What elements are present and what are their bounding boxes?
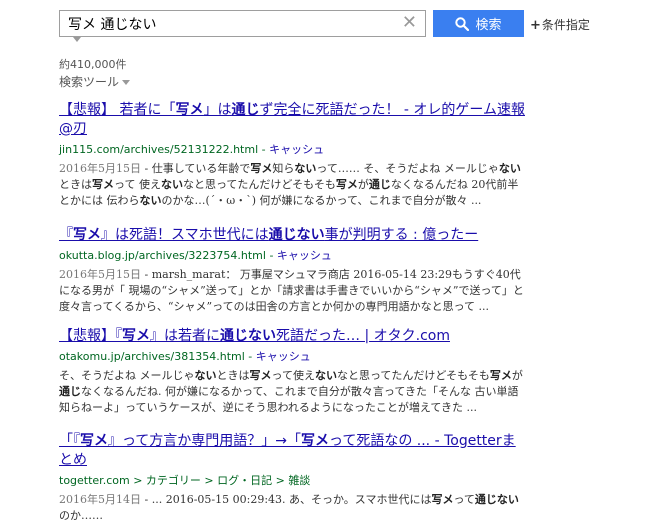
text-segment: って使え <box>271 369 315 382</box>
search-result: 「『写メ』って方言か専門用語？」→「写メって死語なの ... - Togette… <box>59 432 529 524</box>
result-snippet: 2016年5月14日 - ... 2016-05-15 00:29:43. あ、… <box>59 492 529 524</box>
text-segment: なと思ってたんだけどそもそも <box>336 369 490 382</box>
highlight-term: 通じ <box>231 102 260 118</box>
cache-link[interactable]: キャッシュ <box>277 249 332 262</box>
highlight-term: ない <box>294 162 317 175</box>
highlight-term: 通じない <box>474 493 519 506</box>
chevron-down-icon[interactable] <box>73 37 81 42</box>
highlight-term: ない <box>194 369 217 382</box>
chevron-down-icon <box>122 80 131 85</box>
text-segment: - 仕事している年齢で <box>141 162 251 175</box>
result-snippet: 2016年5月15日 - 仕事している年齢で写メ知らないって…… そ、そうだよね… <box>59 161 529 209</box>
result-url-text: togetter.com <box>59 474 130 487</box>
text-segment: 「『 <box>59 433 80 449</box>
text-segment: 【悲報】『 <box>59 328 122 344</box>
highlight-term: 写メ <box>250 162 273 175</box>
result-url-text: otakomu.jp/archives/381354.html <box>59 350 245 363</box>
text-segment: なと思ってたんだけどそもそも <box>182 178 336 191</box>
url-separator: - <box>265 249 277 262</box>
text-segment: なくなるんだね. 何が嫌になるかって、これまで自分が散々言ってきた「そんな 古い… <box>59 385 519 414</box>
text-segment: 【悲報】 若者に「 <box>59 102 176 118</box>
text-segment: そ、そうだよね メールじゃ <box>59 369 195 382</box>
highlight-term: 写メ <box>431 493 454 506</box>
highlight-term: ない <box>139 194 162 207</box>
close-icon[interactable]: ✕ <box>402 13 417 33</box>
highlight-term: ない <box>160 178 183 191</box>
highlight-term: ない <box>314 369 337 382</box>
advanced-search-link[interactable]: +条件指定 <box>530 16 590 33</box>
text-segment: のか…… <box>59 509 103 522</box>
highlight-term: 写メ <box>175 102 204 118</box>
highlight-term: 写メ <box>73 227 101 243</box>
breadcrumb[interactable]: カテゴリー > ログ・日記 > 雑談 <box>146 474 310 487</box>
search-button[interactable]: 検索 <box>433 10 524 37</box>
text-segment: 』は若者に <box>150 328 220 344</box>
result-title-link[interactable]: 「『写メ』って方言か専門用語？」→「写メって死語なの ... - Togette… <box>59 432 529 470</box>
search-icon <box>455 16 470 31</box>
advanced-search-label: 条件指定 <box>541 18 590 32</box>
url-separator: - <box>244 350 256 363</box>
result-url: togetter.com > カテゴリー > ログ・日記 > 雑談 <box>59 473 529 489</box>
text-segment: 」は <box>203 102 232 118</box>
result-title-link[interactable]: 【悲報】『写メ』は若者に通じない死語だった… | オタク.com <box>59 327 529 346</box>
search-tools-toggle[interactable]: 検索ツール <box>59 73 131 90</box>
result-snippet: 2016年5月15日 - marsh_marat： 万事屋マシュマラ商店 201… <box>59 267 529 315</box>
text-segment: 事が判明する : 億ったー <box>324 227 479 243</box>
result-url: jin115.com/archives/52131222.html - キャッシ… <box>59 142 529 158</box>
highlight-term: 通じ <box>59 385 81 398</box>
search-button-label: 検索 <box>475 18 502 33</box>
url-separator: > <box>129 474 146 487</box>
text-segment: 』って方言か専門用語？」→「 <box>108 433 302 449</box>
url-separator: - <box>258 143 270 156</box>
text-segment: ときは <box>59 178 92 191</box>
result-snippet: そ、そうだよね メールじゃないときは写メって使えないなと思ってたんだけどそもそも… <box>59 368 529 416</box>
search-tools-label: 検索ツール <box>59 75 120 89</box>
search-bar: ✕ <box>59 10 426 37</box>
text-segment: って…… そ、そうだよね メールじゃ <box>316 162 499 175</box>
text-segment: 死語だった… | オタク.com <box>276 328 450 344</box>
result-date: 2016年5月15日 <box>59 268 141 281</box>
highlight-term: ない <box>498 162 521 175</box>
highlight-term: 写メ <box>301 433 330 449</box>
result-count: 約410,000件 <box>59 58 127 71</box>
text-segment: って <box>453 493 475 506</box>
text-segment: 』は死語！スマホ世代には <box>101 227 269 243</box>
search-result: 『写メ』は死語！スマホ世代には通じない事が判明する : 億ったー okutta.… <box>59 226 529 315</box>
highlight-term: 写メ <box>92 178 114 191</box>
result-title-link[interactable]: 【悲報】 若者に「写メ」は通じず完全に死語だった！ - オレ的ゲーム速報@刃 <box>59 101 529 139</box>
result-url-text: okutta.blog.jp/archives/3223754.html <box>59 249 266 262</box>
text-segment: って 使え <box>114 178 161 191</box>
highlight-term: 写メ <box>249 369 272 382</box>
text-segment: - ... 2016-05-15 00:29:43. あ、そっか。スマホ世代には <box>141 493 432 506</box>
result-title-link[interactable]: 『写メ』は死語！スマホ世代には通じない事が判明する : 億ったー <box>59 226 529 245</box>
text-segment: 『 <box>59 227 73 243</box>
search-input[interactable] <box>68 11 398 36</box>
text-segment: が <box>511 369 523 382</box>
result-date: 2016年5月14日 <box>59 493 141 506</box>
highlight-term: 写メ <box>80 433 108 449</box>
highlight-term: 写メ <box>489 369 512 382</box>
result-url-text: jin115.com/archives/52131222.html <box>59 143 259 156</box>
text-segment: 知ら <box>272 162 295 175</box>
result-url: otakomu.jp/archives/381354.html - キャッシュ <box>59 349 529 365</box>
search-result: 【悲報】 若者に「写メ」は通じず完全に死語だった！ - オレ的ゲーム速報@刃 j… <box>59 101 529 209</box>
text-segment: ときは <box>216 369 250 382</box>
highlight-term: 通じない <box>268 227 325 243</box>
highlight-term: 通じ <box>368 178 391 191</box>
highlight-term: 写メ <box>122 328 150 344</box>
text-segment: が <box>357 178 369 191</box>
highlight-term: 写メ <box>335 178 358 191</box>
highlight-term: 通じない <box>220 328 276 344</box>
cache-link[interactable]: キャッシュ <box>269 143 324 156</box>
plus-icon: + <box>530 18 541 33</box>
result-url: okutta.blog.jp/archives/3223754.html - キ… <box>59 248 529 264</box>
cache-link[interactable]: キャッシュ <box>256 350 311 363</box>
text-segment: のかな…(´・ω・`) 何が嫌になるかって、これまで自分が散々 ... <box>161 194 482 207</box>
search-result: 【悲報】『写メ』は若者に通じない死語だった… | オタク.com otakomu… <box>59 327 529 416</box>
result-date: 2016年5月15日 <box>59 162 141 175</box>
